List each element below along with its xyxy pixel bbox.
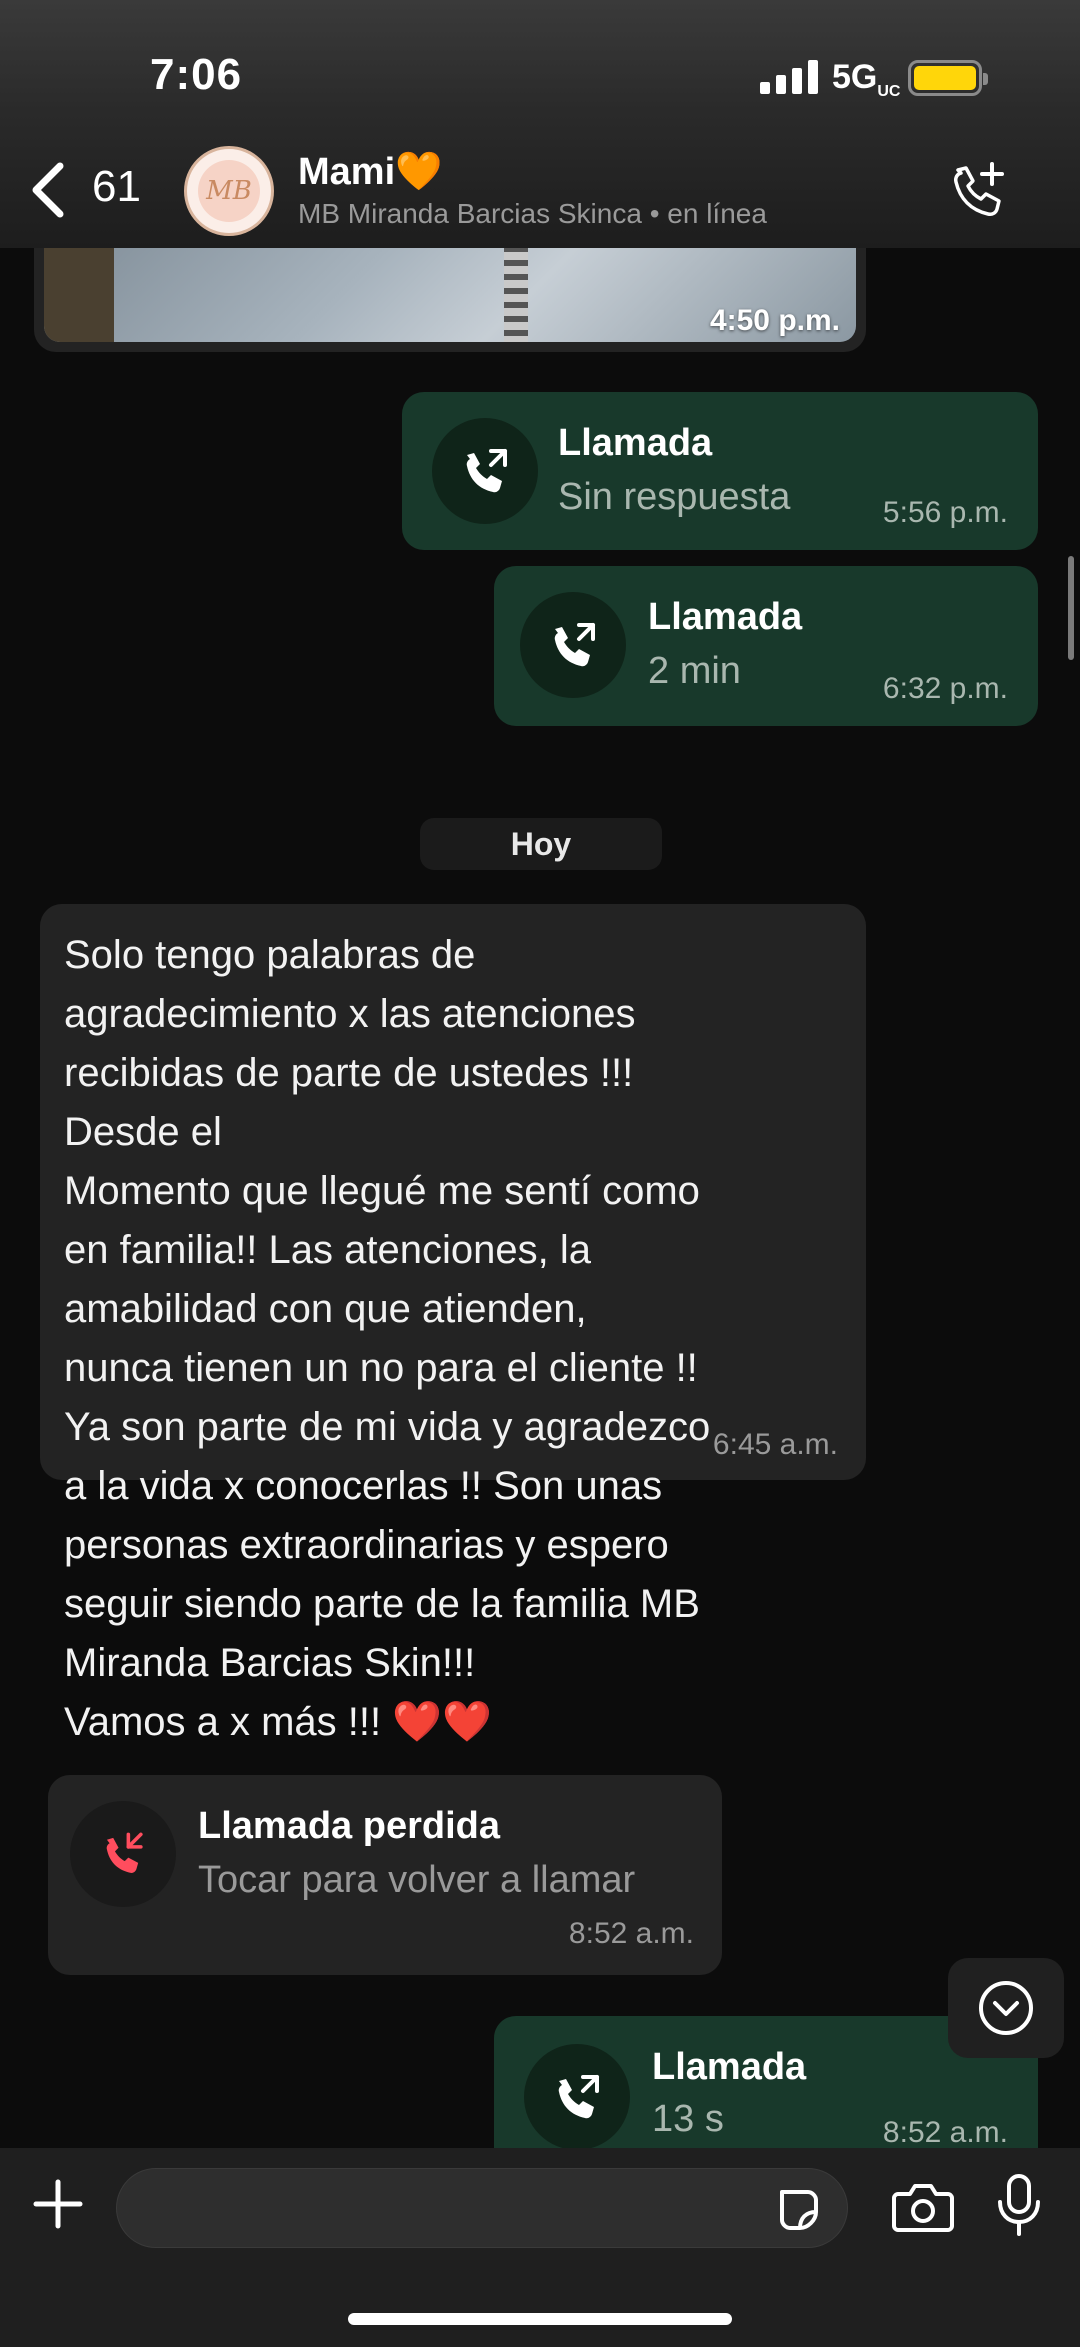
outgoing-call-icon	[432, 418, 538, 524]
avatar[interactable]: MB	[184, 146, 274, 236]
text-message[interactable]: Solo tengo palabras de agradecimiento x …	[40, 904, 866, 1744]
chevron-down-icon	[979, 1981, 1033, 2035]
message-time: 8:52 a.m.	[882, 2116, 1008, 2148]
avatar-initials: MB	[198, 160, 260, 222]
call-title: Llamada	[558, 422, 713, 464]
message-input[interactable]	[116, 2168, 848, 2248]
network-label: 5GUC	[832, 58, 901, 100]
message-time: 4:50 p.m.	[709, 304, 840, 337]
message-text: Solo tengo palabras de agradecimiento x …	[64, 933, 711, 1744]
outgoing-call-icon	[520, 592, 626, 698]
call-subtitle: 2 min	[648, 650, 741, 692]
call-message[interactable]: Llamada Sin respuesta 5:56 p.m.	[402, 392, 1038, 550]
message-time: 6:32 p.m.	[882, 672, 1008, 705]
missed-call-icon	[70, 1801, 176, 1907]
call-subtitle: 13 s	[652, 2098, 724, 2140]
scrollbar[interactable]	[1068, 556, 1074, 660]
contact-subtitle[interactable]: MB Miranda Barcias Skinca • en línea	[298, 198, 767, 230]
outgoing-call-icon	[524, 2044, 630, 2148]
contact-business: MB Miranda Barcias Skinca	[298, 198, 642, 229]
unread-count[interactable]: 61	[92, 162, 141, 212]
call-subtitle: Sin respuesta	[558, 476, 791, 518]
day-separator: Hoy	[420, 818, 662, 870]
call-subtitle: Tocar para volver a llamar	[198, 1859, 636, 1901]
composer-bar	[0, 2148, 1080, 2347]
chat-header: 7:06 5GUC 61 MB Mami🧡 MB Miranda Barcias…	[0, 0, 1080, 248]
message-time: 6:45 a.m.	[712, 1428, 838, 1461]
call-title: Llamada	[652, 2046, 807, 2088]
photo-message[interactable]: 4:50 p.m.	[34, 248, 866, 352]
home-indicator	[348, 2313, 732, 2325]
call-title: Llamada	[648, 596, 803, 638]
camera-icon[interactable]	[892, 2180, 954, 2234]
contact-status: • en línea	[649, 198, 767, 229]
message-time: 8:52 a.m.	[568, 1917, 694, 1950]
battery-icon	[908, 60, 988, 96]
scroll-to-bottom-button[interactable]	[948, 1958, 1064, 2058]
message-time: 5:56 p.m.	[882, 496, 1008, 529]
sticker-icon[interactable]	[774, 2186, 822, 2234]
contact-name[interactable]: Mami🧡	[298, 150, 442, 194]
chat-area[interactable]: 4:50 p.m. Llamada Sin respuesta 5:56 p.m…	[0, 248, 1080, 2148]
status-time: 7:06	[150, 50, 243, 99]
call-add-icon[interactable]	[946, 160, 1006, 220]
mic-icon[interactable]	[994, 2174, 1044, 2236]
missed-call-message[interactable]: Llamada perdida Tocar para volver a llam…	[48, 1775, 722, 1975]
call-message[interactable]: Llamada 2 min 6:32 p.m.	[494, 566, 1038, 726]
back-icon[interactable]	[28, 160, 68, 220]
call-title: Llamada perdida	[198, 1805, 500, 1847]
plus-icon[interactable]	[32, 2178, 84, 2230]
signal-icon	[760, 60, 818, 94]
